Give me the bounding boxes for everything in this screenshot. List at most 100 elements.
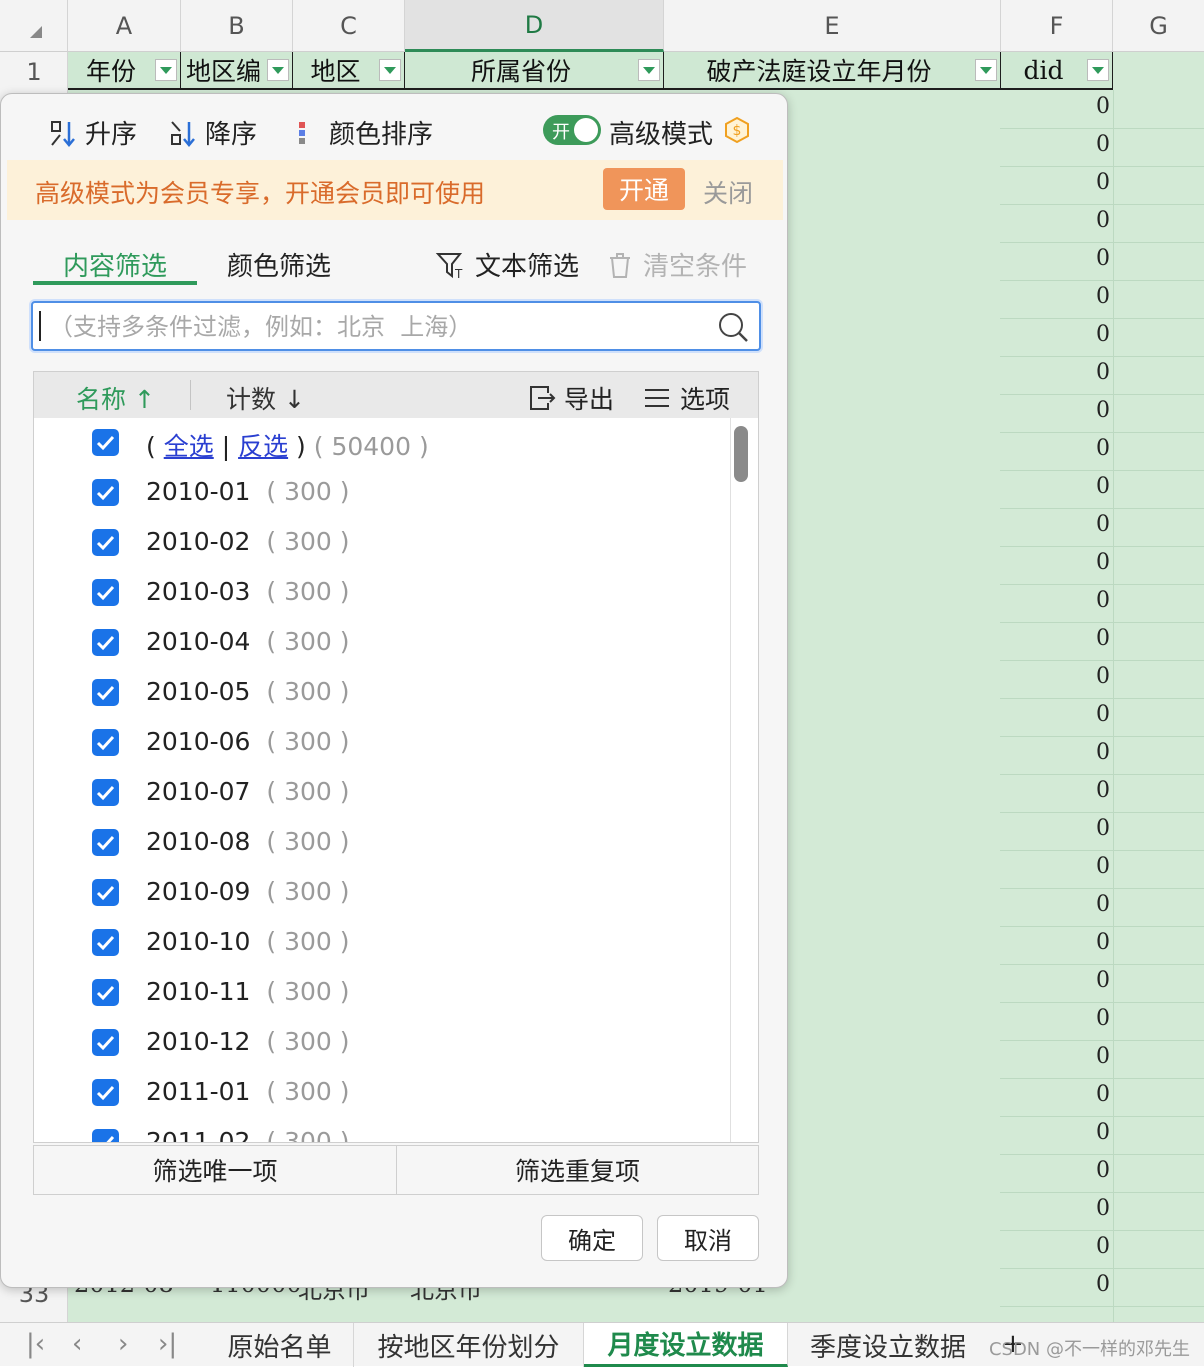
header-cell-year[interactable]: 年份 (68, 52, 181, 90)
did-cell[interactable]: 0 (1000, 474, 1110, 499)
sheet-tab-original-list[interactable]: 原始名单 (206, 1323, 354, 1367)
item-checkbox[interactable] (92, 679, 119, 706)
column-header-g[interactable]: G (1113, 0, 1204, 52)
header-cell-province[interactable]: 所属省份 (405, 52, 664, 90)
first-sheet-icon[interactable]: |‹ (26, 1329, 45, 1359)
ok-button[interactable]: 确定 (541, 1215, 643, 1261)
did-cell[interactable]: 0 (1000, 1196, 1110, 1221)
sort-by-count-button[interactable]: 计数 ↓ (226, 380, 305, 416)
open-membership-button[interactable]: 开通 (603, 168, 685, 210)
filter-dropdown-icon[interactable] (155, 59, 177, 81)
did-cell[interactable]: 0 (1000, 1082, 1110, 1107)
did-cell[interactable]: 0 (1000, 550, 1110, 575)
did-cell[interactable]: 0 (1000, 360, 1110, 385)
filter-dropdown-icon[interactable] (638, 59, 660, 81)
did-cell[interactable]: 0 (1000, 892, 1110, 917)
tab-content-filter[interactable]: 内容筛选 (63, 246, 167, 283)
filter-dropdown-icon[interactable] (1087, 59, 1109, 81)
did-cell[interactable]: 0 (1000, 702, 1110, 727)
prev-sheet-icon[interactable]: ‹ (72, 1329, 82, 1359)
item-checkbox[interactable] (92, 1029, 119, 1056)
premium-badge-icon[interactable]: $ (723, 116, 751, 144)
did-cell[interactable]: 0 (1000, 208, 1110, 233)
text-filter-button[interactable]: T 文本筛选 (435, 246, 579, 283)
did-cell[interactable]: 0 (1000, 1158, 1110, 1183)
item-checkbox[interactable] (92, 829, 119, 856)
did-cell[interactable]: 0 (1000, 132, 1110, 157)
did-cell[interactable]: 0 (1000, 778, 1110, 803)
did-cell[interactable]: 0 (1000, 740, 1110, 765)
column-header-a[interactable]: A (68, 0, 181, 52)
did-cell[interactable]: 0 (1000, 664, 1110, 689)
search-input[interactable] (47, 307, 711, 347)
scrollbar-thumb[interactable] (734, 426, 748, 482)
row-number-1[interactable]: 1 (0, 58, 68, 86)
item-checkbox[interactable] (92, 479, 119, 506)
filter-dropdown-icon[interactable] (267, 59, 289, 81)
header-cell-region[interactable]: 地区 (293, 52, 405, 90)
did-cell[interactable]: 0 (1000, 170, 1110, 195)
next-sheet-icon[interactable]: › (118, 1329, 128, 1359)
last-sheet-icon[interactable]: ›| (158, 1329, 177, 1359)
item-checkbox[interactable] (92, 729, 119, 756)
item-checkbox[interactable] (92, 979, 119, 1006)
item-checkbox[interactable] (92, 779, 119, 806)
sort-descending-button[interactable]: 降序 (169, 114, 257, 151)
did-cell[interactable]: 0 (1000, 398, 1110, 423)
did-cell[interactable]: 0 (1000, 322, 1110, 347)
item-checkbox[interactable] (92, 879, 119, 906)
did-cell[interactable]: 0 (1000, 94, 1110, 119)
did-cell[interactable]: 0 (1000, 588, 1110, 613)
filter-dropdown-icon[interactable] (975, 59, 997, 81)
did-cell[interactable]: 0 (1000, 246, 1110, 271)
item-checkbox[interactable] (92, 1079, 119, 1106)
did-cell[interactable]: 0 (1000, 284, 1110, 309)
close-banner-button[interactable]: 关闭 (703, 174, 753, 210)
sheet-tab-monthly[interactable]: 月度设立数据 (584, 1323, 788, 1367)
search-field[interactable] (31, 301, 761, 351)
tab-color-filter[interactable]: 颜色筛选 (227, 246, 331, 283)
item-checkbox[interactable] (92, 579, 119, 606)
item-checkbox[interactable] (92, 929, 119, 956)
item-checkbox[interactable] (92, 1129, 119, 1142)
sort-ascending-button[interactable]: 升序 (49, 114, 137, 151)
did-cell[interactable]: 0 (1000, 854, 1110, 879)
select-all-link[interactable]: 全选 (164, 432, 214, 461)
did-cell[interactable]: 0 (1000, 1006, 1110, 1031)
did-cell[interactable]: 0 (1000, 1234, 1110, 1259)
options-button[interactable]: 选项 (642, 380, 730, 416)
search-icon[interactable] (717, 311, 749, 343)
select-all-corner[interactable] (0, 0, 68, 52)
advanced-mode-toggle[interactable]: 开 (543, 115, 601, 145)
did-cell[interactable]: 0 (1000, 1044, 1110, 1069)
column-header-b[interactable]: B (181, 0, 293, 52)
did-cell[interactable]: 0 (1000, 512, 1110, 537)
column-header-d[interactable]: D (405, 0, 664, 52)
did-cell[interactable]: 0 (1000, 436, 1110, 461)
column-header-e[interactable]: E (664, 0, 1001, 52)
clear-conditions-button[interactable]: 清空条件 (605, 246, 747, 283)
select-all-checkbox[interactable] (92, 429, 119, 456)
sort-by-name-button[interactable]: 名称 ↑ (76, 380, 155, 416)
did-cell[interactable]: 0 (1000, 816, 1110, 841)
item-checkbox[interactable] (92, 529, 119, 556)
item-checkbox[interactable] (92, 629, 119, 656)
header-cell-did[interactable]: did (1001, 52, 1113, 90)
cancel-button[interactable]: 取消 (657, 1215, 759, 1261)
filter-dropdown-icon[interactable] (379, 59, 401, 81)
export-button[interactable]: 导出 (526, 380, 614, 416)
did-cell[interactable]: 0 (1000, 968, 1110, 993)
color-sort-button[interactable]: 颜色排序 (293, 114, 433, 151)
sheet-tab-by-region-year[interactable]: 按地区年份划分 (354, 1323, 584, 1367)
filter-unique-button[interactable]: 筛选唯一项 (34, 1146, 397, 1194)
invert-selection-link[interactable]: 反选 (238, 432, 288, 461)
filter-duplicates-button[interactable]: 筛选重复项 (397, 1146, 758, 1194)
did-cell[interactable]: 0 (1000, 1120, 1110, 1145)
sheet-tab-quarterly[interactable]: 季度设立数据 (788, 1323, 988, 1367)
did-cell[interactable]: 0 (1000, 930, 1110, 955)
did-cell[interactable]: 0 (1000, 626, 1110, 651)
header-cell-court-date[interactable]: 破产法庭设立年月份 (664, 52, 1001, 90)
column-header-c[interactable]: C (293, 0, 405, 52)
header-cell-region-code[interactable]: 地区编 (181, 52, 293, 90)
column-header-f[interactable]: F (1001, 0, 1113, 52)
